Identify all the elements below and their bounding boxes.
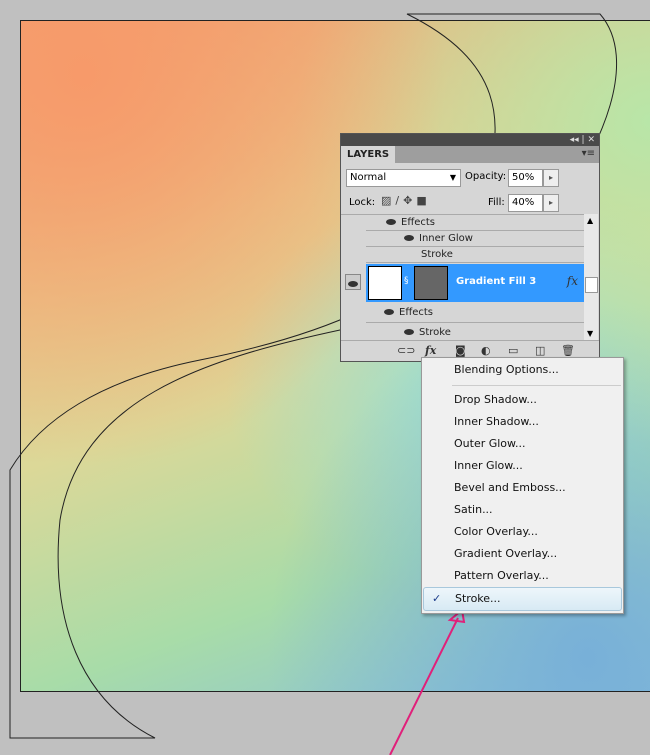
layers-panel: ◂◂ | ✕ LAYERS ▾≡ Normal ▼ Opacity: 50% ▸ L… [340,133,600,362]
adjustment-layer-icon[interactable]: ◐ [481,344,491,357]
trash-icon[interactable]: 🗑 [561,344,575,357]
fill-input[interactable]: 40% [508,194,543,212]
layers-list: Effects Inner Glow Stroke § Gradient Fil… [341,214,584,341]
link-layers-icon[interactable]: ⊂⊃ [397,344,415,357]
layer-mask-thumbnail [414,266,448,300]
menu-item-inner-glow[interactable]: Inner Glow... [423,455,622,477]
panel-titlebar[interactable]: ◂◂ | ✕ [341,134,599,146]
fx-indicator-icon[interactable]: fx [567,274,578,288]
menu-item-blending-options[interactable]: Blending Options... [423,359,622,381]
opacity-input[interactable]: 50% [508,169,543,187]
opacity-label: Opacity: [465,171,507,182]
fill-slider-button[interactable]: ▸ [543,194,559,212]
layer-effect-stroke: Stroke [366,247,584,263]
blend-mode-select[interactable]: Normal ▼ [346,169,461,187]
menu-separator [452,385,621,386]
layers-scrollbar[interactable]: ▲ ▼ [584,214,598,340]
layer-thumbnail [368,266,402,300]
menu-item-satin[interactable]: Satin... [423,499,622,521]
lock-icons[interactable]: ▨/✥■ [381,194,431,207]
menu-item-gradient-overlay[interactable]: Gradient Overlay... [423,543,622,565]
menu-item-bevel-emboss[interactable]: Bevel and Emboss... [423,477,622,499]
layer-effects[interactable]: Effects [366,215,584,231]
layer-style-menu: Blending Options... Drop Shadow... Inner… [421,357,624,614]
fill-label: Fill: [488,197,505,208]
layer-gradient-fill-3[interactable]: § Gradient Fill 3 fx [366,264,584,302]
menu-item-inner-shadow[interactable]: Inner Shadow... [423,411,622,433]
layer-effects-sub[interactable]: Effects [366,303,584,323]
layer-name: Gradient Fill 3 [456,276,537,287]
add-mask-icon[interactable]: ◙ [455,344,466,357]
layer-effect-inner-glow[interactable]: Inner Glow [366,231,584,247]
layers-tab[interactable]: LAYERS [341,146,395,163]
layer-effect-stroke-sub[interactable]: Stroke [366,323,584,341]
checkmark-icon: ✓ [432,592,442,605]
layer-visibility-toggle[interactable] [345,274,361,290]
menu-item-pattern-overlay[interactable]: Pattern Overlay... [423,565,622,587]
menu-item-stroke[interactable]: ✓ Stroke... [423,587,622,611]
menu-item-color-overlay[interactable]: Color Overlay... [423,521,622,543]
menu-item-drop-shadow[interactable]: Drop Shadow... [423,389,622,411]
opacity-slider-button[interactable]: ▸ [543,169,559,187]
menu-item-outer-glow[interactable]: Outer Glow... [423,433,622,455]
group-folder-icon[interactable]: ▭ [508,344,518,357]
new-layer-icon[interactable]: ◫ [535,344,545,357]
link-icon: § [404,276,409,286]
pointer-arrow [389,617,459,755]
panel-menu-icon[interactable]: ▾≡ [582,148,595,159]
menu-item-stroke-label: Stroke... [455,592,501,605]
lock-label: Lock: [349,197,376,208]
